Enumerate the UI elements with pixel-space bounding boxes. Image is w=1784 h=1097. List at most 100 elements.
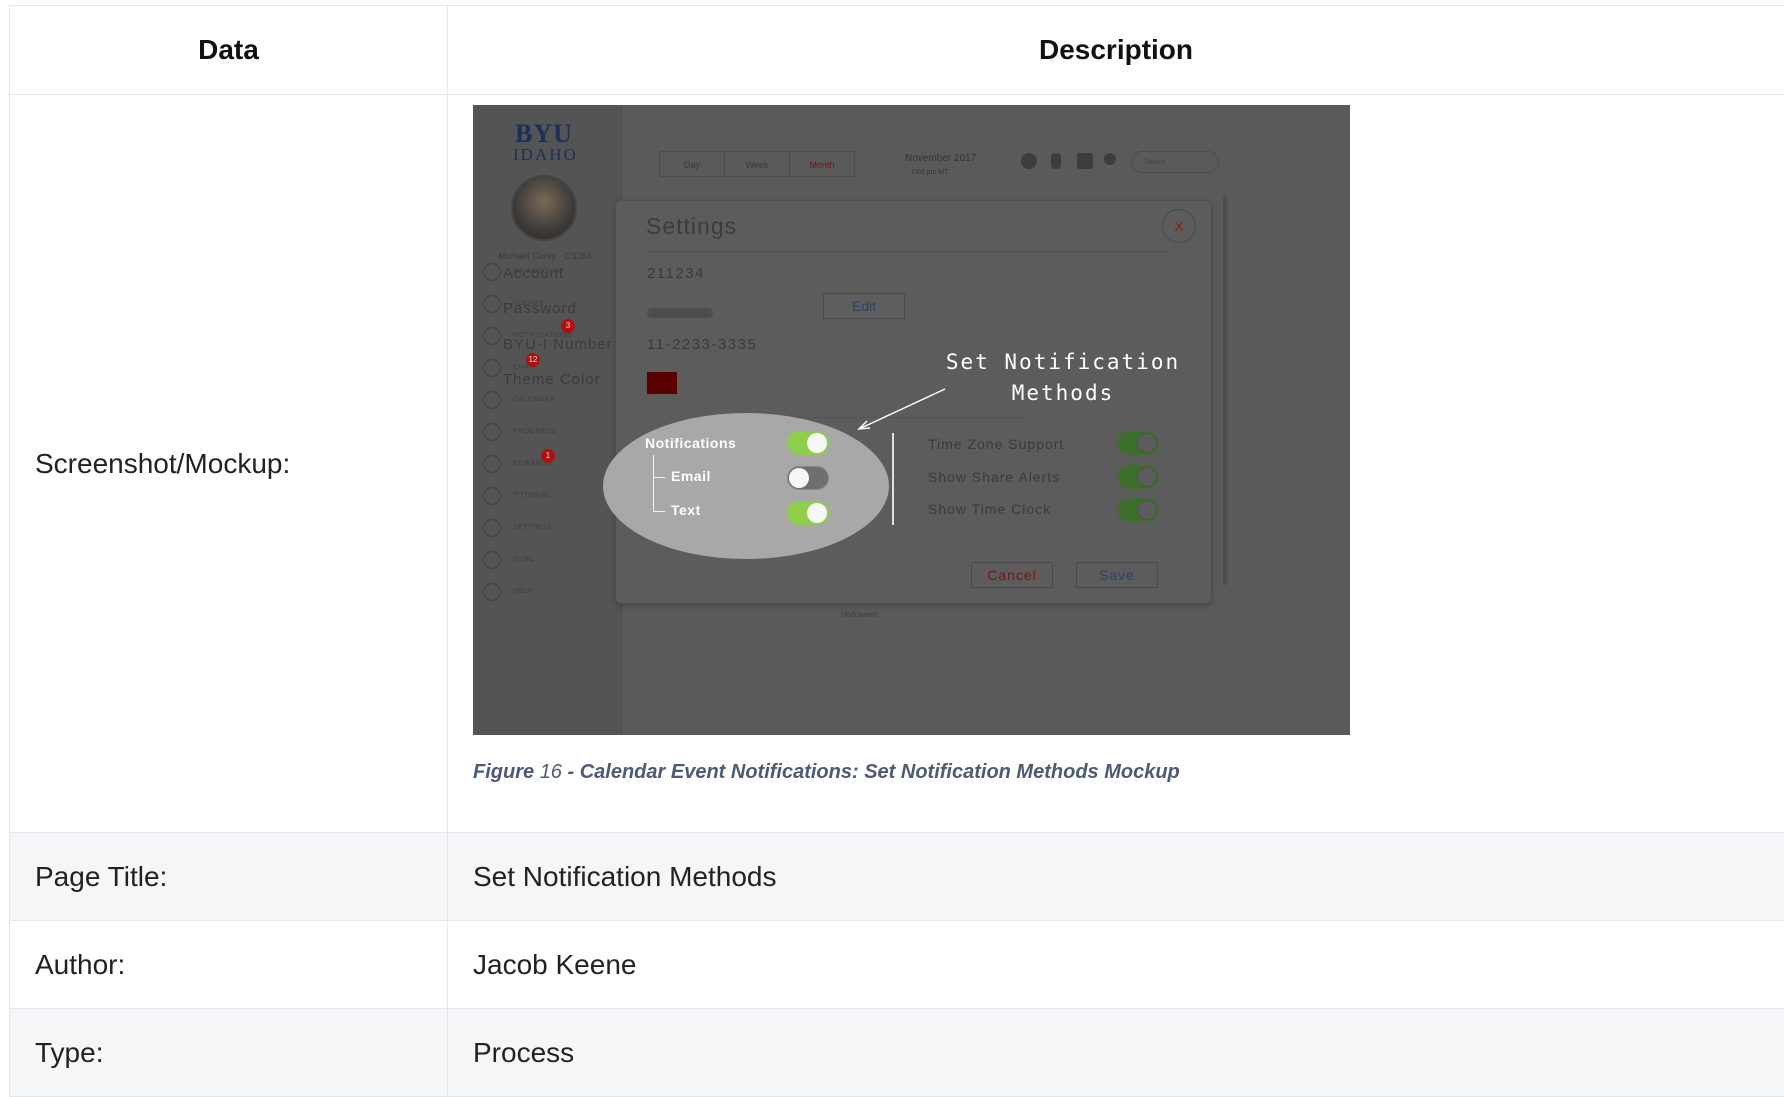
nav-label: CALENDAR [513, 396, 556, 403]
toggle-knob [789, 468, 809, 488]
sync-icon [483, 551, 501, 569]
byui-number-label: BYU-I Number [503, 336, 613, 353]
page-title-label: Page Title: [9, 832, 448, 921]
type-row: Type: Process [9, 1008, 1784, 1097]
nav-label: PROGRESS [513, 428, 557, 435]
tab-month[interactable]: Month [789, 151, 855, 177]
screenshot-label: Screenshot/Mockup: [9, 94, 448, 833]
time-zone-support-toggle[interactable] [1117, 431, 1159, 455]
month-label: November 2017 [905, 153, 977, 164]
annotation-line-1: Set Notification [945, 350, 1181, 374]
cancel-button[interactable]: Cancel [971, 562, 1053, 588]
toggle-knob [1137, 500, 1157, 520]
mockup-image: BYU IDAHO Michael Carey - CS364 MY ACCOU… [473, 105, 1350, 735]
chart-icon [483, 423, 501, 441]
nav-item-calendar[interactable]: CALENDAR [483, 391, 613, 411]
author-value: Jacob Keene [447, 920, 1784, 1009]
nav-label: TUTORIAL [513, 492, 552, 499]
toggle-knob [1137, 467, 1157, 487]
tree-line [653, 477, 665, 478]
nav-item-progress[interactable]: PROGRESS [483, 423, 613, 443]
author-label: Author: [9, 920, 448, 1009]
annotation-line-2: Methods [1011, 381, 1115, 405]
trophy-icon [483, 455, 501, 473]
dialog-title: Settings [646, 213, 738, 239]
toggle-knob [807, 503, 827, 523]
password-label: Password [503, 300, 577, 317]
document-table: Data Description Screenshot/Mockup: BYU … [9, 5, 1784, 1097]
sliders-icon [483, 519, 501, 537]
mail-icon [483, 327, 501, 345]
user-name: Michael Carey - CS364 [498, 251, 592, 261]
account-value: 211234 [647, 265, 705, 282]
caption-text: - Calendar Event Notifications: Set Noti… [567, 761, 1180, 783]
theme-icon[interactable] [1021, 153, 1037, 169]
tree-line [653, 455, 654, 511]
screenshot-row: Screenshot/Mockup: BYU IDAHO Michael Car… [9, 94, 1784, 833]
scrollbar[interactable] [1223, 195, 1227, 585]
type-label: Type: [9, 1008, 448, 1097]
home-icon [483, 295, 501, 313]
show-time-clock-toggle[interactable] [1117, 498, 1159, 522]
calendar-event: Halloween [841, 610, 879, 619]
header-description: Description [447, 5, 1784, 95]
search-input[interactable]: Search [1131, 151, 1219, 173]
theme-color-label: Theme Color [503, 371, 601, 388]
caption-figure-word: Figure [473, 761, 535, 783]
help-icon [483, 583, 501, 601]
user-icon [483, 263, 501, 281]
divider [646, 251, 1171, 252]
show-share-alerts-toggle[interactable] [1117, 465, 1159, 489]
screenshot-cell: BYU IDAHO Michael Carey - CS364 MY ACCOU… [447, 94, 1784, 833]
calendar-icon [483, 391, 501, 409]
email-toggle[interactable] [787, 466, 829, 490]
notifications-badge: 3 [561, 319, 575, 333]
tab-week[interactable]: Week [724, 151, 790, 177]
nav-item-settings[interactable]: SETTINGS [483, 519, 613, 539]
text-label: Text [671, 502, 701, 518]
header-data: Data [9, 5, 448, 95]
nav-item-tutorial[interactable]: TUTORIAL [483, 487, 613, 507]
avatar [511, 175, 577, 241]
chat-badge: 12 [526, 353, 540, 367]
save-button[interactable]: Save [1076, 562, 1158, 588]
page-title-value: Set Notification Methods [447, 832, 1784, 921]
tree-line [653, 511, 665, 512]
tab-day[interactable]: Day [659, 151, 725, 177]
filter-icon[interactable] [1077, 153, 1093, 169]
chat-icon [483, 359, 501, 377]
page-title-row: Page Title: Set Notification Methods [9, 832, 1784, 921]
rewards-badge: 1 [541, 449, 555, 463]
close-button[interactable]: X [1162, 209, 1196, 243]
annotation-arrow [857, 388, 946, 430]
show-share-alerts-label: Show Share Alerts [928, 469, 1061, 485]
show-time-clock-label: Show Time Clock [928, 501, 1052, 517]
notifications-label: Notifications [645, 435, 737, 451]
microphone-icon[interactable] [1051, 153, 1061, 169]
byui-number-value: 11-2233-3335 [647, 336, 758, 353]
theme-color-swatch[interactable] [647, 372, 677, 394]
toggle-knob [1137, 433, 1157, 453]
password-mask [647, 308, 713, 318]
time-zone-support-label: Time Zone Support [928, 436, 1065, 452]
type-value: Process [447, 1008, 1784, 1097]
edit-button[interactable]: Edit [823, 293, 905, 319]
notifications-toggle[interactable] [787, 431, 829, 455]
nav-label: SETTINGS [513, 524, 553, 531]
text-toggle[interactable] [787, 501, 829, 525]
nav-item-help[interactable]: HELP [483, 583, 613, 603]
play-icon [483, 487, 501, 505]
account-label: Account [503, 265, 565, 282]
author-row: Author: Jacob Keene [9, 920, 1784, 1009]
idaho-logo: IDAHO [513, 145, 578, 164]
vertical-divider [892, 433, 894, 525]
email-label: Email [671, 468, 711, 484]
nav-label: SYNC [513, 556, 535, 563]
figure-caption: Figure 16 - Calendar Event Notifications… [473, 761, 1784, 784]
caption-number: 16 [539, 761, 562, 783]
share-icon[interactable] [1104, 153, 1116, 165]
toggle-knob [807, 433, 827, 453]
header-row: Data Description [9, 5, 1784, 95]
mockup-sidebar: BYU IDAHO Michael Carey - CS364 MY ACCOU… [473, 105, 622, 735]
nav-item-sync[interactable]: SYNC [483, 551, 613, 571]
